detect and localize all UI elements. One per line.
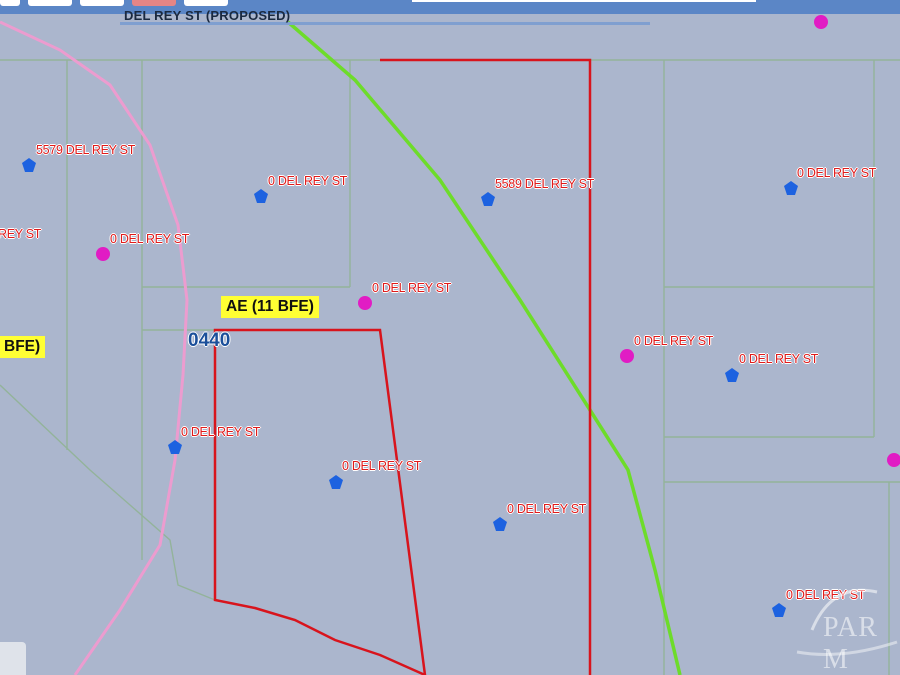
toolbar-button-active[interactable]	[132, 0, 176, 6]
blue-marker[interactable]	[481, 192, 495, 206]
address-label[interactable]: 0 DEL REY ST	[181, 425, 260, 439]
blue-marker[interactable]	[168, 440, 182, 454]
flood-zone-label[interactable]: AE (11 BFE)	[221, 296, 319, 318]
address-label[interactable]: 5589 DEL REY ST	[495, 177, 594, 191]
green-boundary-line	[286, 20, 682, 675]
highlighted-parcel[interactable]	[213, 58, 592, 675]
toolbar-button[interactable]	[0, 0, 20, 6]
blue-marker[interactable]	[22, 158, 36, 172]
address-label[interactable]: 0 DEL REY ST	[372, 281, 451, 295]
street-name-label: DEL REY ST (PROPOSED)	[124, 8, 291, 23]
address-label[interactable]: 0 DEL REY ST	[342, 459, 421, 473]
toolbar-button[interactable]	[80, 0, 124, 6]
toolbar-button[interactable]	[184, 0, 228, 6]
blue-marker[interactable]	[329, 475, 343, 489]
address-label[interactable]: REY ST	[0, 227, 41, 241]
address-label[interactable]: 0 DEL REY ST	[507, 502, 586, 516]
magenta-marker[interactable]	[96, 247, 110, 261]
magenta-marker[interactable]	[620, 349, 634, 363]
search-input[interactable]	[412, 0, 756, 2]
address-label[interactable]: 0 DEL REY ST	[268, 174, 347, 188]
flood-zone-label[interactable]: BFE)	[0, 336, 46, 358]
magenta-marker[interactable]	[887, 453, 900, 467]
blue-marker[interactable]	[493, 517, 507, 531]
blue-marker[interactable]	[254, 189, 268, 203]
blue-marker[interactable]	[784, 181, 798, 195]
watermark-text: PAR M	[823, 612, 878, 675]
address-label[interactable]: 0 DEL REY ST	[797, 166, 876, 180]
map-viewport[interactable]: DEL REY ST (PROPOSED) 5579 DEL REY ST 0 …	[0, 0, 900, 675]
panel-number-label: 0440	[188, 330, 231, 351]
map-corner-button[interactable]	[0, 642, 26, 675]
address-label[interactable]: 0 DEL REY ST	[634, 334, 713, 348]
blue-marker[interactable]	[725, 368, 739, 382]
magenta-marker[interactable]	[358, 296, 372, 310]
address-label[interactable]: 0 DEL REY ST	[739, 352, 818, 366]
toolbar-button[interactable]	[28, 0, 72, 6]
magenta-marker[interactable]	[814, 15, 828, 29]
map-canvas[interactable]	[0, 0, 900, 675]
address-label[interactable]: 0 DEL REY ST	[110, 232, 189, 246]
blue-marker[interactable]	[772, 603, 786, 617]
address-label[interactable]: 5579 DEL REY ST	[36, 143, 135, 157]
